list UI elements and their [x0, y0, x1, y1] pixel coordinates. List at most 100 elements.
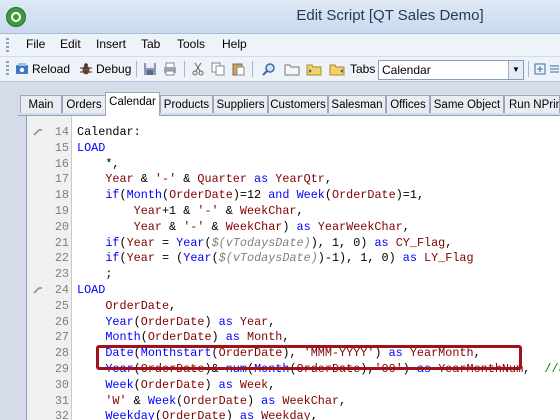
- cut-icon[interactable]: [191, 62, 205, 76]
- code-text: Year & '-' & Quarter as YearQtr,: [77, 171, 332, 187]
- code-token: &: [218, 204, 240, 218]
- code-token: Year: [183, 251, 212, 266]
- tab-offices[interactable]: Offices: [386, 95, 430, 113]
- menu-edit[interactable]: Edit: [60, 37, 81, 51]
- code-line[interactable]: 18 if(Month(OrderDate)=12 and Week(Order…: [27, 187, 560, 203]
- code-token: OrderDate: [147, 330, 212, 345]
- code-line[interactable]: 17 Year & '-' & Quarter as YearQtr,: [27, 171, 560, 187]
- code-line[interactable]: 26 Year(OrderDate) as Year,: [27, 314, 560, 330]
- code-line[interactable]: 16 *,: [27, 156, 560, 172]
- line-number: 16: [54, 156, 69, 171]
- paste-icon[interactable]: [231, 62, 245, 76]
- code-line[interactable]: 15 LOAD: [27, 140, 560, 156]
- menu-help[interactable]: Help: [222, 37, 247, 51]
- tab-suppliers[interactable]: Suppliers: [213, 95, 268, 113]
- code-text: LOAD: [77, 282, 105, 298]
- code-token: Year: [105, 172, 134, 187]
- tab-select-dropdown[interactable]: Calendar ▼: [378, 60, 524, 80]
- find-icon[interactable]: [262, 62, 276, 76]
- add-tab-icon[interactable]: [534, 62, 546, 76]
- tab-main[interactable]: Main: [20, 95, 62, 113]
- folder-arrow-icon[interactable]: [329, 62, 345, 76]
- menu-file[interactable]: File: [26, 37, 45, 51]
- tab-salesman[interactable]: Salesman: [328, 95, 386, 113]
- reload-icon: [16, 63, 28, 74]
- code-token: =: [154, 235, 177, 250]
- code-token: OrderDate: [183, 393, 247, 408]
- copy-icon[interactable]: [211, 62, 225, 76]
- code-line[interactable]: 23 ;: [27, 266, 560, 282]
- code-token: ,: [310, 409, 318, 420]
- code-line[interactable]: 30 Week(OrderDate) as Week,: [27, 377, 560, 393]
- code-token: ), 1, 0): [310, 235, 375, 250]
- code-line[interactable]: 22 if(Year = (Year($(vTodaysDate))-1), 1…: [27, 250, 560, 266]
- code-token: = (: [154, 251, 184, 266]
- tab-orders[interactable]: Orders: [62, 95, 106, 113]
- tab-run-nprint[interactable]: Run NPrint: [504, 95, 560, 113]
- line-number: 32: [54, 409, 69, 420]
- code-token: ,: [445, 235, 453, 250]
- code-line[interactable]: 19 Year+1 & '-' & WeekChar,: [27, 203, 560, 219]
- code-token: Year: [239, 314, 269, 329]
- code-token: ,: [402, 219, 410, 234]
- code-line[interactable]: 21 if(Year = Year($(vTodaysDate)), 1, 0)…: [27, 235, 560, 251]
- collapse-icon[interactable]: [33, 128, 43, 136]
- save-icon[interactable]: [143, 62, 157, 76]
- line-number: 17: [54, 172, 69, 187]
- code-token: Weekday: [261, 409, 311, 420]
- code-token: OrderDate: [161, 409, 226, 420]
- tab-calendar[interactable]: Calendar: [105, 92, 160, 116]
- folder-icon[interactable]: [284, 62, 300, 76]
- code-text: Month(OrderDate) as Month,: [77, 329, 289, 345]
- code-token: Year: [133, 219, 162, 234]
- code-token: &: [204, 219, 226, 234]
- code-token: )=12: [232, 188, 269, 203]
- toolbar-grip-icon[interactable]: [6, 61, 9, 77]
- code-line[interactable]: 25 OrderDate,: [27, 298, 560, 314]
- chevron-down-icon[interactable]: ▼: [508, 61, 523, 79]
- code-token: WeekChar: [225, 219, 283, 234]
- code-token: $(vTodaysDate): [218, 251, 318, 266]
- code-token: YearQtr: [275, 172, 325, 187]
- code-token: Month: [105, 330, 141, 345]
- reload-button[interactable]: Reload: [15, 60, 70, 78]
- code-token: Month: [246, 330, 283, 345]
- debug-button[interactable]: Debug: [79, 60, 131, 78]
- code-token: &: [161, 219, 184, 234]
- code-token: OrderDate: [169, 188, 233, 203]
- open-folder-icon[interactable]: [306, 62, 322, 76]
- code-line[interactable]: 20 Year & '-' & WeekChar) as YearWeekCha…: [27, 219, 560, 235]
- menu-insert[interactable]: Insert: [96, 37, 126, 51]
- code-text: if(Year = (Year($(vTodaysDate))-1), 1, 0…: [77, 250, 473, 266]
- line-number: 15: [54, 140, 69, 155]
- script-editor[interactable]: 14 Calendar: 15 LOAD 16 *, 17 Year & '-' & Qu…: [26, 116, 560, 420]
- menu-tab[interactable]: Tab: [141, 37, 160, 51]
- code-line[interactable]: 24 LOAD: [27, 282, 560, 298]
- code-token: (: [154, 409, 162, 420]
- tab-products[interactable]: Products: [160, 95, 213, 113]
- tab-same-object[interactable]: Same Object: [430, 95, 504, 113]
- tab-customers[interactable]: Customers: [268, 95, 328, 113]
- menu-tools[interactable]: Tools: [177, 37, 205, 51]
- collapse-icon[interactable]: [33, 286, 43, 294]
- code-text: LOAD: [77, 140, 105, 156]
- code-token: (: [324, 188, 332, 203]
- script-tabs: Main Orders Calendar Products Suppliers …: [18, 92, 560, 116]
- code-line[interactable]: 27 Month(OrderDate) as Month,: [27, 329, 560, 345]
- code-line[interactable]: 32 Weekday(OrderDate) as Weekday,: [27, 408, 560, 420]
- line-number: 28: [54, 346, 69, 361]
- code-token: ,: [296, 204, 304, 218]
- line-number: 19: [54, 204, 69, 218]
- code-line[interactable]: 31 'W' & Week(OrderDate) as WeekChar,: [27, 393, 560, 409]
- print-icon[interactable]: [163, 62, 177, 76]
- menu-grip-icon[interactable]: [6, 38, 9, 52]
- tab-menu-icon[interactable]: [549, 62, 560, 76]
- code-line[interactable]: 14 Calendar:: [27, 124, 560, 140]
